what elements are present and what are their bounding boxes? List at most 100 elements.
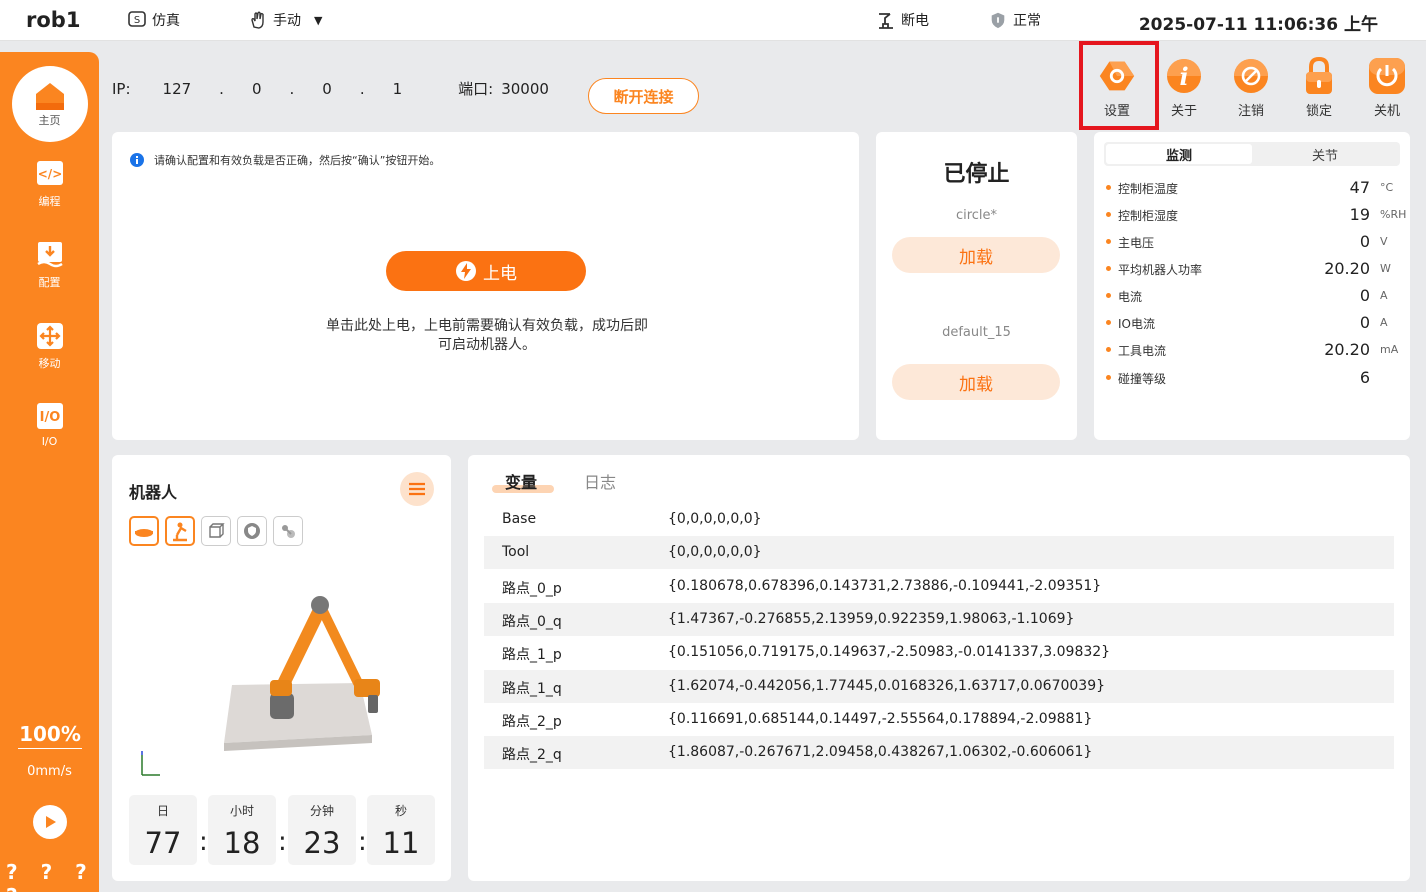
program-name: circle* [955, 208, 998, 223]
ip-octet[interactable]: 0 [252, 80, 262, 98]
timer-days-label: 日 [156, 804, 169, 818]
timer-hours-label: 小时 [229, 804, 254, 818]
tab-joints[interactable]: 关节 [1252, 144, 1398, 164]
variable-row[interactable]: 路点_0_q {1.47367,-0.276855,2.13959,0.92235… [484, 602, 1394, 636]
monitor-unit: W [1380, 262, 1391, 275]
settings-highlight-box [1079, 41, 1159, 130]
ip-octet[interactable]: 127 [163, 80, 192, 98]
monitor-label: 控制柜温度 [1118, 182, 1179, 196]
variable-value: {0.116691,0.685144,0.14497,-2.55564,0.17… [668, 710, 1093, 727]
timer-separator: : [358, 827, 367, 857]
sidebar-item-label: 编程 [38, 195, 61, 208]
variable-row[interactable]: 路点_1_q {1.62074,-0.442056,1.77445,0.01683… [484, 669, 1394, 703]
disconnect-button[interactable]: 断开连接 [588, 78, 699, 114]
simulation-indicator[interactable]: S 仿真 [127, 10, 180, 30]
mode-dropdown[interactable]: 手动 ▼ [248, 10, 322, 30]
tab-variables[interactable]: 变量 [505, 469, 537, 493]
power-icon [1366, 56, 1408, 96]
sidebar-item-home[interactable]: 主页 [0, 66, 99, 142]
tab-log[interactable]: 日志 [584, 469, 616, 493]
ip-octet[interactable]: 1 [393, 80, 403, 98]
datetime: 2025-07-11 11:06:36 上午 [1138, 15, 1378, 35]
variable-row[interactable]: 路点_0_p {0.180678,0.678396,0.143731,2.7388… [484, 570, 1394, 603]
load-payload-button[interactable]: 加载 [892, 364, 1060, 400]
variable-value: {0.180678,0.678396,0.143731,2.73886,-0.1… [668, 577, 1102, 594]
sidebar-item-move[interactable]: 移动 [0, 320, 99, 371]
play-icon [46, 816, 56, 828]
bullet-icon [1106, 347, 1111, 352]
timer-separator: : [278, 827, 287, 857]
sidebar-item-config[interactable]: 配置 [0, 239, 99, 290]
svg-text:S: S [134, 15, 140, 26]
axis-gizmo [141, 755, 160, 776]
robot-elbow-joint [311, 596, 329, 614]
variable-name: 路点_2_p [502, 713, 562, 730]
variable-name: 路点_0_p [502, 580, 562, 597]
variable-name: Base [502, 511, 537, 527]
timer-hours-value: 18 [223, 826, 261, 860]
shutdown-button[interactable]: 关机 [1357, 56, 1417, 119]
simulation-icon: S [127, 10, 147, 30]
timer-days: 日 77 [129, 795, 197, 865]
sidebar-item-label: 移动 [38, 357, 61, 370]
variable-row[interactable]: 路点_2_q {1.86087,-0.267671,2.09458,0.43826… [484, 736, 1394, 770]
variable-row[interactable]: Tool {0,0,0,0,0,0} [484, 536, 1394, 570]
robot-upper-arm [275, 602, 327, 694]
tab-monitor[interactable]: 监测 [1106, 144, 1252, 164]
lock-icon [1298, 56, 1340, 96]
variable-value: {1.62074,-0.442056,1.77445,0.0168326,1.6… [668, 677, 1106, 694]
port-value[interactable]: 30000 [501, 80, 549, 98]
ip-octet[interactable]: 0 [322, 80, 332, 98]
speed-percent[interactable]: 100% [18, 722, 82, 749]
power-panel: 请确认配置和有效负载是否正确，然后按“确认”按钮开始。 上电 单击此处上电，上电… [112, 132, 859, 440]
home-button: 主页 [11, 66, 88, 142]
variable-row[interactable]: 路点_2_p {0.116691,0.685144,0.14497,-2.5556… [484, 703, 1394, 736]
robot-base-joint [270, 693, 294, 719]
monitor-label: 平均机器人功率 [1118, 263, 1203, 277]
view-safety-button[interactable] [237, 516, 267, 546]
bullet-icon [1106, 185, 1111, 190]
sidebar-item-programming[interactable]: </> 编程 [0, 158, 99, 209]
speed-value: 0mm/s [27, 764, 72, 779]
logout-icon [1230, 56, 1272, 96]
power-on-button[interactable]: 上电 [386, 251, 586, 291]
robot-shoulder-joint [270, 680, 292, 696]
monitor-row: 控制柜温度 47 °C [1106, 178, 1406, 198]
monitor-unit: A [1380, 316, 1388, 329]
logout-button[interactable]: 注销 [1221, 56, 1281, 119]
play-button[interactable] [33, 805, 67, 839]
monitor-unit: mA [1380, 343, 1399, 356]
notice-text: 请确认配置和有效负载是否正确，然后按“确认”按钮开始。 [154, 154, 441, 167]
mode-label: 手动 [273, 13, 301, 29]
monitor-value: 0 [1359, 313, 1370, 332]
lock-button[interactable]: 锁定 [1289, 56, 1349, 119]
program-status: 已停止 [943, 162, 1010, 187]
code-icon: </> [34, 158, 66, 190]
variable-value: {1.86087,-0.267671,2.09458,0.438267,1.06… [668, 744, 1093, 761]
monitor-unit: °C [1380, 181, 1394, 194]
sidebar-item-io[interactable]: I/O I/O [0, 400, 99, 448]
monitor-unit: A [1380, 289, 1388, 302]
load-program-button[interactable]: 加载 [892, 237, 1060, 273]
variable-row[interactable]: 路点_1_p {0.151056,0.719175,0.149637,-2.509… [484, 636, 1394, 669]
robot-base-plate [224, 683, 372, 743]
timer-separator: : [199, 827, 208, 857]
variable-name: 路点_1_p [502, 647, 562, 664]
move-icon [34, 320, 66, 352]
view-tool-button[interactable] [273, 516, 303, 546]
monitor-value: 19 [1349, 205, 1370, 224]
bullet-icon [1106, 293, 1111, 298]
view-robot-button[interactable] [165, 516, 195, 546]
sidebar-item-label: 主页 [38, 114, 61, 127]
robot-menu-button[interactable] [400, 472, 434, 506]
lock-label: 锁定 [1305, 104, 1332, 119]
variable-name: 路点_0_q [502, 613, 562, 630]
bullet-icon [1106, 375, 1111, 380]
robot-panel-title: 机器人 [129, 483, 178, 502]
variable-row[interactable]: Base {0,0,0,0,0,0} [484, 503, 1394, 536]
monitor-row: 碰撞等级 6 [1106, 368, 1406, 388]
about-button[interactable]: i 关于 [1154, 56, 1214, 119]
view-floor-button[interactable] [129, 516, 159, 546]
view-cube-button[interactable] [201, 516, 231, 546]
safety-icon [244, 523, 260, 539]
